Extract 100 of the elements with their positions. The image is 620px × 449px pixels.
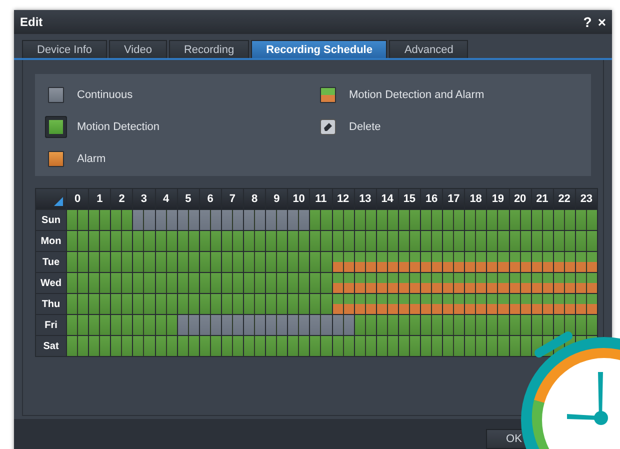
schedule-slot[interactable] (465, 315, 486, 335)
schedule-slot[interactable] (89, 336, 110, 356)
schedule-slot[interactable] (222, 252, 243, 272)
schedule-slot[interactable] (443, 294, 464, 314)
schedule-slot[interactable] (288, 210, 310, 230)
schedule-slot[interactable] (222, 315, 243, 335)
hour-header[interactable]: 23 (576, 189, 597, 209)
schedule-slot[interactable] (133, 315, 154, 335)
schedule-slot[interactable] (443, 273, 464, 293)
schedule-slot[interactable] (111, 294, 132, 314)
hour-header[interactable]: 19 (487, 189, 508, 209)
tab[interactable]: Device Info (22, 40, 108, 58)
schedule-slot[interactable] (244, 336, 266, 356)
schedule-slot[interactable] (266, 273, 288, 293)
hour-header[interactable]: 11 (310, 189, 332, 209)
schedule-slot[interactable] (200, 336, 221, 356)
schedule-slot[interactable] (310, 231, 332, 251)
schedule-slot[interactable] (332, 294, 354, 314)
schedule-slot[interactable] (133, 336, 154, 356)
schedule-slot[interactable] (354, 231, 376, 251)
schedule-slot[interactable] (156, 252, 177, 272)
hour-header[interactable]: 22 (554, 189, 575, 209)
tab[interactable]: Recording Schedule (251, 40, 388, 58)
schedule-slot[interactable] (354, 294, 376, 314)
schedule-slot[interactable] (510, 252, 531, 272)
schedule-slot[interactable] (398, 231, 420, 251)
schedule-slot[interactable] (465, 273, 486, 293)
schedule-slot[interactable] (310, 252, 332, 272)
schedule-slot[interactable] (266, 231, 288, 251)
schedule-slot[interactable] (133, 252, 154, 272)
help-button[interactable]: ? (583, 14, 592, 30)
mode-swatch[interactable] (45, 116, 67, 138)
schedule-slot[interactable] (376, 231, 398, 251)
schedule-slot[interactable] (89, 231, 110, 251)
schedule-slot[interactable] (178, 273, 199, 293)
schedule-slot[interactable] (398, 252, 420, 272)
schedule-slot[interactable] (554, 273, 575, 293)
schedule-slot[interactable] (178, 336, 199, 356)
mode-swatch[interactable] (45, 84, 67, 106)
tab[interactable]: Recording (168, 40, 250, 58)
schedule-slot[interactable] (111, 252, 132, 272)
mode-swatch[interactable] (317, 84, 339, 106)
schedule-slot[interactable] (398, 210, 420, 230)
delete-tool[interactable] (317, 116, 339, 138)
schedule-slot[interactable] (376, 273, 398, 293)
schedule-slot[interactable] (398, 336, 420, 356)
schedule-slot[interactable] (465, 252, 486, 272)
schedule-slot[interactable] (67, 252, 88, 272)
schedule-slot[interactable] (443, 231, 464, 251)
schedule-slot[interactable] (156, 273, 177, 293)
schedule-slot[interactable] (67, 336, 88, 356)
schedule-slot[interactable] (421, 315, 442, 335)
schedule-slot[interactable] (89, 273, 110, 293)
schedule-slot[interactable] (200, 294, 221, 314)
schedule-slot[interactable] (310, 294, 332, 314)
schedule-slot[interactable] (200, 273, 221, 293)
hour-header[interactable]: 3 (133, 189, 154, 209)
schedule-slot[interactable] (244, 273, 266, 293)
schedule-slot[interactable] (421, 252, 442, 272)
day-header[interactable]: Mon (36, 231, 66, 251)
mode-swatch[interactable] (45, 148, 67, 170)
schedule-slot[interactable] (532, 252, 553, 272)
schedule-slot[interactable] (178, 252, 199, 272)
schedule-slot[interactable] (576, 273, 597, 293)
schedule-slot[interactable] (222, 210, 243, 230)
schedule-slot[interactable] (133, 210, 154, 230)
hour-header[interactable]: 13 (354, 189, 376, 209)
schedule-slot[interactable] (111, 231, 132, 251)
schedule-slot[interactable] (532, 294, 553, 314)
hour-header[interactable]: 8 (244, 189, 266, 209)
schedule-slot[interactable] (510, 231, 531, 251)
schedule-slot[interactable] (576, 210, 597, 230)
schedule-slot[interactable] (332, 273, 354, 293)
schedule-slot[interactable] (89, 210, 110, 230)
schedule-slot[interactable] (421, 231, 442, 251)
schedule-slot[interactable] (421, 294, 442, 314)
hour-header[interactable]: 5 (178, 189, 199, 209)
schedule-slot[interactable] (310, 336, 332, 356)
schedule-slot[interactable] (200, 315, 221, 335)
schedule-slot[interactable] (244, 315, 266, 335)
schedule-slot[interactable] (465, 294, 486, 314)
schedule-slot[interactable] (421, 273, 442, 293)
schedule-slot[interactable] (200, 252, 221, 272)
schedule-slot[interactable] (67, 231, 88, 251)
schedule-slot[interactable] (67, 294, 88, 314)
schedule-slot[interactable] (354, 210, 376, 230)
schedule-slot[interactable] (288, 336, 310, 356)
schedule-slot[interactable] (111, 210, 132, 230)
schedule-slot[interactable] (332, 231, 354, 251)
schedule-slot[interactable] (178, 315, 199, 335)
schedule-slot[interactable] (398, 273, 420, 293)
schedule-slot[interactable] (156, 294, 177, 314)
schedule-slot[interactable] (354, 273, 376, 293)
schedule-slot[interactable] (266, 210, 288, 230)
schedule-slot[interactable] (354, 315, 376, 335)
schedule-slot[interactable] (443, 210, 464, 230)
schedule-slot[interactable] (487, 231, 508, 251)
schedule-slot[interactable] (421, 336, 442, 356)
hour-header[interactable]: 21 (532, 189, 553, 209)
schedule-slot[interactable] (421, 210, 442, 230)
